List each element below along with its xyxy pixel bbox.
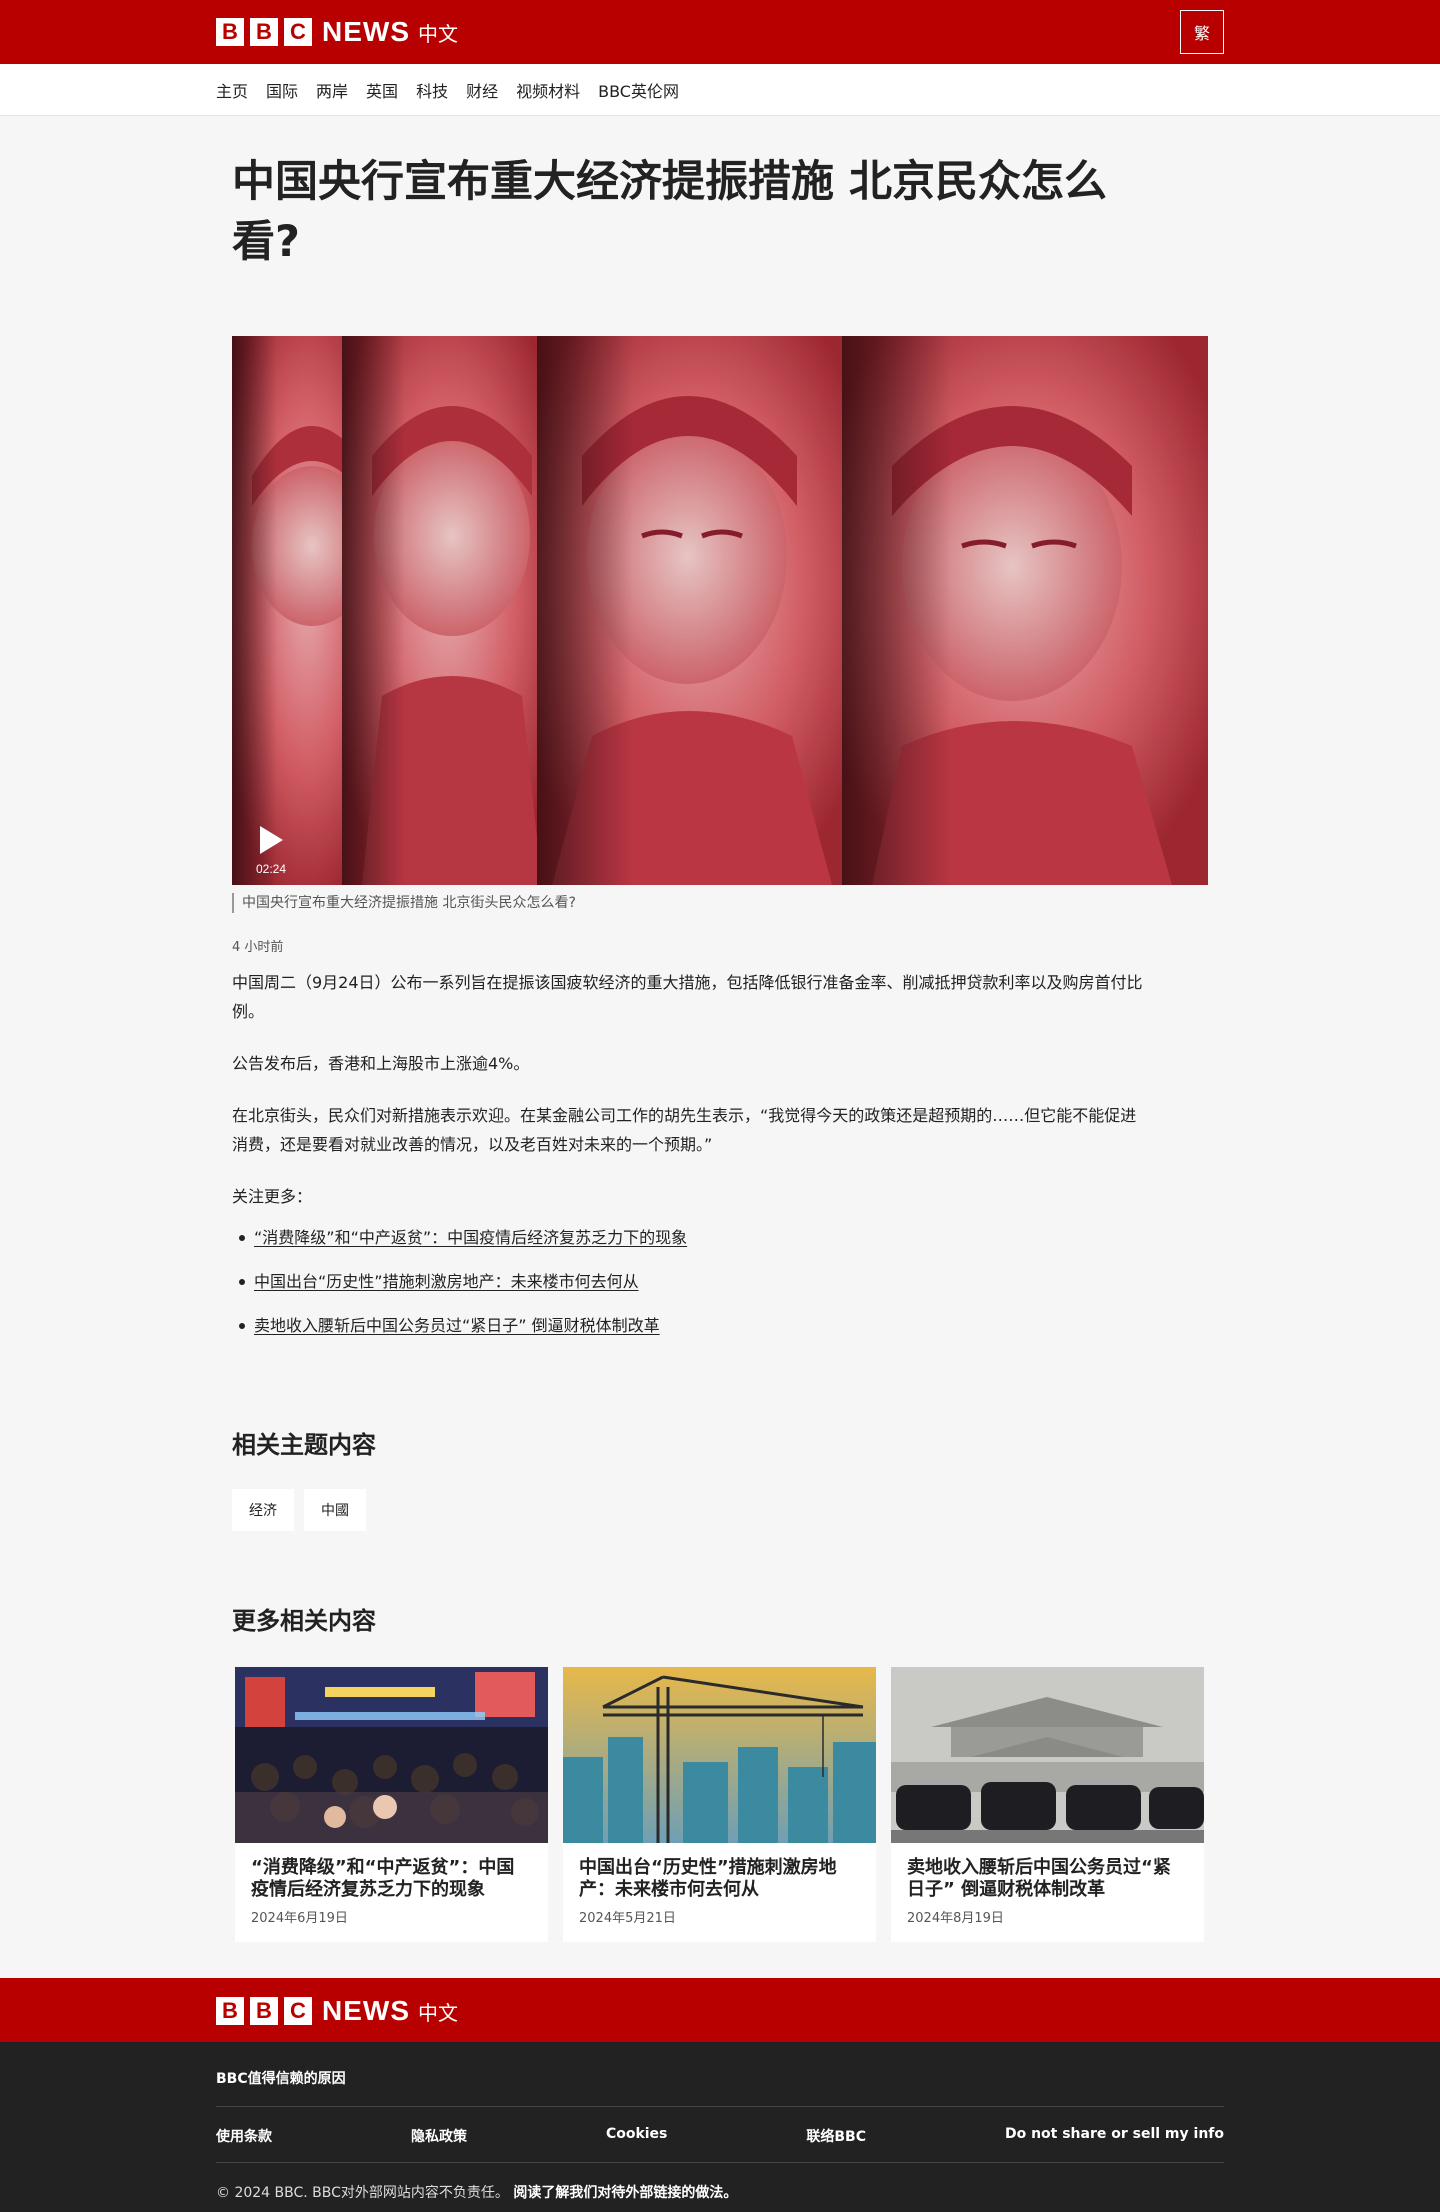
related-card[interactable]: “消费降级”和“中产返贫”：中国疫情后经济复苏乏力下的现象 2024年6月19日 xyxy=(235,1667,548,1942)
nav-menu: 主页 国际 两岸 英国 科技 财经 视频材料 BBC英伦网 xyxy=(216,64,697,116)
footer-links: 使用条款 隐私政策 Cookies 联络BBC Do not share or … xyxy=(216,2126,1224,2146)
logo-letter: C xyxy=(284,18,312,46)
footer-link-contact[interactable]: 联络BBC xyxy=(806,2126,866,2146)
card-date: 2024年5月21日 xyxy=(579,1911,676,1926)
related-link[interactable]: “消费降级”和“中产返贫”：中国疫情后经济复苏乏力下的现象 xyxy=(254,1228,687,1247)
card-title: 中国出台“历史性”措施刺激房地产：未来楼市何去何从 xyxy=(579,1857,837,1900)
topic-tag-china[interactable]: 中國 xyxy=(304,1489,366,1531)
article-paragraph: 在北京街头，民众们对新措施表示欢迎。在某金融公司工作的胡先生表示，“我觉得今天的… xyxy=(232,1106,1137,1154)
footer-divider xyxy=(216,2106,1224,2107)
footer-link-privacy[interactable]: 隐私政策 xyxy=(411,2126,467,2146)
related-cards: “消费降级”和“中产返贫”：中国疫情后经济复苏乏力下的现象 2024年6月19日… xyxy=(235,1667,1219,1942)
external-links-policy-link[interactable]: 阅读了解我们对待外部链接的做法。 xyxy=(513,2185,737,2201)
article-paragraph: 关注更多： xyxy=(232,1187,313,1206)
logo-news: NEWS xyxy=(322,16,410,47)
nav-item-cross-strait[interactable]: 两岸 xyxy=(316,78,348,102)
related-link[interactable]: 卖地收入腰斩后中国公务员过“紧日子” 倒逼财税体制改革 xyxy=(254,1316,660,1335)
footer-link-terms[interactable]: 使用条款 xyxy=(216,2126,272,2146)
logo-letter: B xyxy=(250,18,278,46)
logo-letter: B xyxy=(250,1997,278,2025)
footer-bbc-news-logo[interactable]: B B C NEWS 中文 xyxy=(216,1995,458,2027)
related-link[interactable]: 中国出台“历史性”措施刺激房地产：未来楼市何去何从 xyxy=(254,1272,639,1291)
topic-tag-economy[interactable]: 经济 xyxy=(232,1489,294,1531)
site-footer: BBC值得信赖的原因 使用条款 隐私政策 Cookies 联络BBC Do no… xyxy=(0,2042,1440,2212)
related-links-list: “消费降级”和“中产返贫”：中国疫情后经济复苏乏力下的现象 中国出台“历史性”措… xyxy=(232,1223,1152,1340)
article-body: 中国周二（9月24日）公布一系列旨在提振该国疲软经济的重大措施，包括降低银行准备… xyxy=(232,968,1152,1355)
logo-news: NEWS xyxy=(322,1995,410,2026)
publish-time: 4 小时前 xyxy=(232,940,284,955)
traditional-chinese-button[interactable]: 繁 xyxy=(1180,10,1224,54)
footer-trust-link[interactable]: BBC值得信赖的原因 xyxy=(216,2068,346,2088)
night-market-crowd-image xyxy=(235,1667,548,1843)
logo-letter: B xyxy=(216,1997,244,2025)
card-title: 卖地收入腰斩后中国公务员过“紧日子” 倒逼财税体制改革 xyxy=(907,1857,1171,1900)
article-paragraph: 中国周二（9月24日）公布一系列旨在提振该国疲软经济的重大措施，包括降低银行准备… xyxy=(232,973,1143,1021)
footer-brand-bar: B B C NEWS 中文 xyxy=(0,1978,1440,2042)
nav-item-business[interactable]: 财经 xyxy=(466,78,498,102)
nav-item-bbc-uk-china[interactable]: BBC英伦网 xyxy=(598,78,679,102)
footer-link-cookies[interactable]: Cookies xyxy=(606,2126,667,2146)
list-item: 中国出台“历史性”措施刺激房地产：未来楼市何去何从 xyxy=(239,1267,1152,1296)
site-header: B B C NEWS 中文 繁 xyxy=(0,0,1440,64)
yuan-banknotes-image xyxy=(232,336,1208,885)
topic-tags: 经济 中國 xyxy=(232,1489,376,1531)
play-icon[interactable] xyxy=(258,825,284,855)
official-cars-tiananmen-image xyxy=(891,1667,1204,1843)
topics-heading: 相关主题内容 xyxy=(232,1431,376,1459)
card-date: 2024年6月19日 xyxy=(251,1911,348,1926)
footer-divider xyxy=(216,2162,1224,2163)
copyright-text: © 2024 BBC. BBC对外部网站内容不负责任。 xyxy=(216,2185,509,2201)
video-duration: 02:24 xyxy=(256,862,287,876)
logo-language: 中文 xyxy=(418,2000,458,2025)
nav-item-video[interactable]: 视频材料 xyxy=(516,78,580,102)
related-card[interactable]: 卖地收入腰斩后中国公务员过“紧日子” 倒逼财税体制改革 2024年8月19日 xyxy=(891,1667,1204,1942)
footer-link-do-not-sell[interactable]: Do not share or sell my info xyxy=(1005,2126,1224,2146)
logo-letter: B xyxy=(216,18,244,46)
nav-item-uk[interactable]: 英国 xyxy=(366,78,398,102)
nav-item-home[interactable]: 主页 xyxy=(216,78,248,102)
list-item: “消费降级”和“中产返贫”：中国疫情后经济复苏乏力下的现象 xyxy=(239,1223,1152,1252)
logo-letter: C xyxy=(284,1997,312,2025)
article-headline: 中国央行宣布重大经济提振措施 北京民众怎么看? xyxy=(232,157,1107,267)
nav-item-world[interactable]: 国际 xyxy=(266,78,298,102)
article-paragraph: 公告发布后，香港和上海股市上涨逾4%。 xyxy=(232,1054,530,1073)
external-links-policy-text: 阅读了解我们对待外部链接的做法。 xyxy=(513,2185,738,2201)
more-related-heading: 更多相关内容 xyxy=(232,1607,376,1635)
bbc-news-logo[interactable]: B B C NEWS 中文 xyxy=(216,16,458,48)
construction-crane-image xyxy=(563,1667,876,1843)
related-card[interactable]: 中国出台“历史性”措施刺激房地产：未来楼市何去何从 2024年5月21日 xyxy=(563,1667,876,1942)
list-item: 卖地收入腰斩后中国公务员过“紧日子” 倒逼财税体制改革 xyxy=(239,1311,1152,1340)
video-player[interactable]: 02:24 xyxy=(232,336,1208,885)
nav-item-tech[interactable]: 科技 xyxy=(416,78,448,102)
logo-language: 中文 xyxy=(418,21,458,46)
footer-copyright: © 2024 BBC. BBC对外部网站内容不负责任。 阅读了解我们对待外部链接… xyxy=(216,2182,737,2202)
card-title: “消费降级”和“中产返贫”：中国疫情后经济复苏乏力下的现象 xyxy=(251,1857,515,1900)
video-caption: 中国央行宣布重大经济提振措施 北京街头民众怎么看? xyxy=(232,893,576,913)
card-date: 2024年8月19日 xyxy=(907,1911,1004,1926)
